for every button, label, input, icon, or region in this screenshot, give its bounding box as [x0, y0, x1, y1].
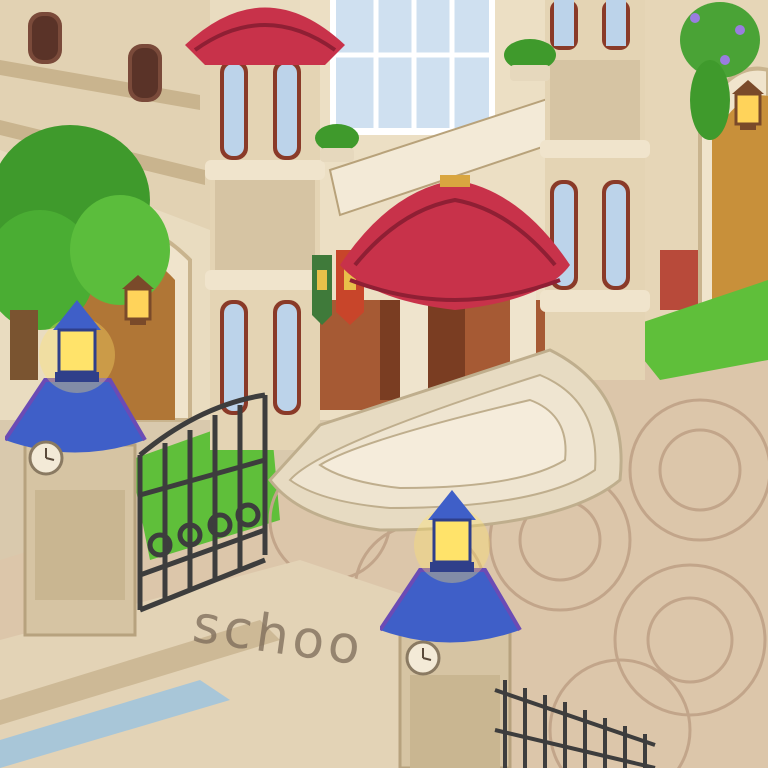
- iron-fence: [494, 680, 656, 768]
- gate-pillar-left: [5, 300, 147, 637]
- heraldic-banner-icon: [312, 255, 332, 325]
- clock-icon: [405, 640, 441, 676]
- lantern-icon: [428, 490, 476, 572]
- upper-window-center: [128, 44, 162, 102]
- potted-plant: [504, 39, 556, 81]
- tower-left-roof: [185, 7, 345, 65]
- game-scene: schoo: [0, 0, 768, 768]
- clock-icon: [28, 440, 64, 476]
- iron-gate[interactable]: [130, 385, 275, 620]
- wall-lantern-icon: [732, 80, 764, 130]
- potted-plant: [315, 124, 359, 162]
- main-window: [330, 0, 495, 135]
- lantern-icon: [53, 300, 101, 382]
- upper-window-left: [28, 12, 62, 64]
